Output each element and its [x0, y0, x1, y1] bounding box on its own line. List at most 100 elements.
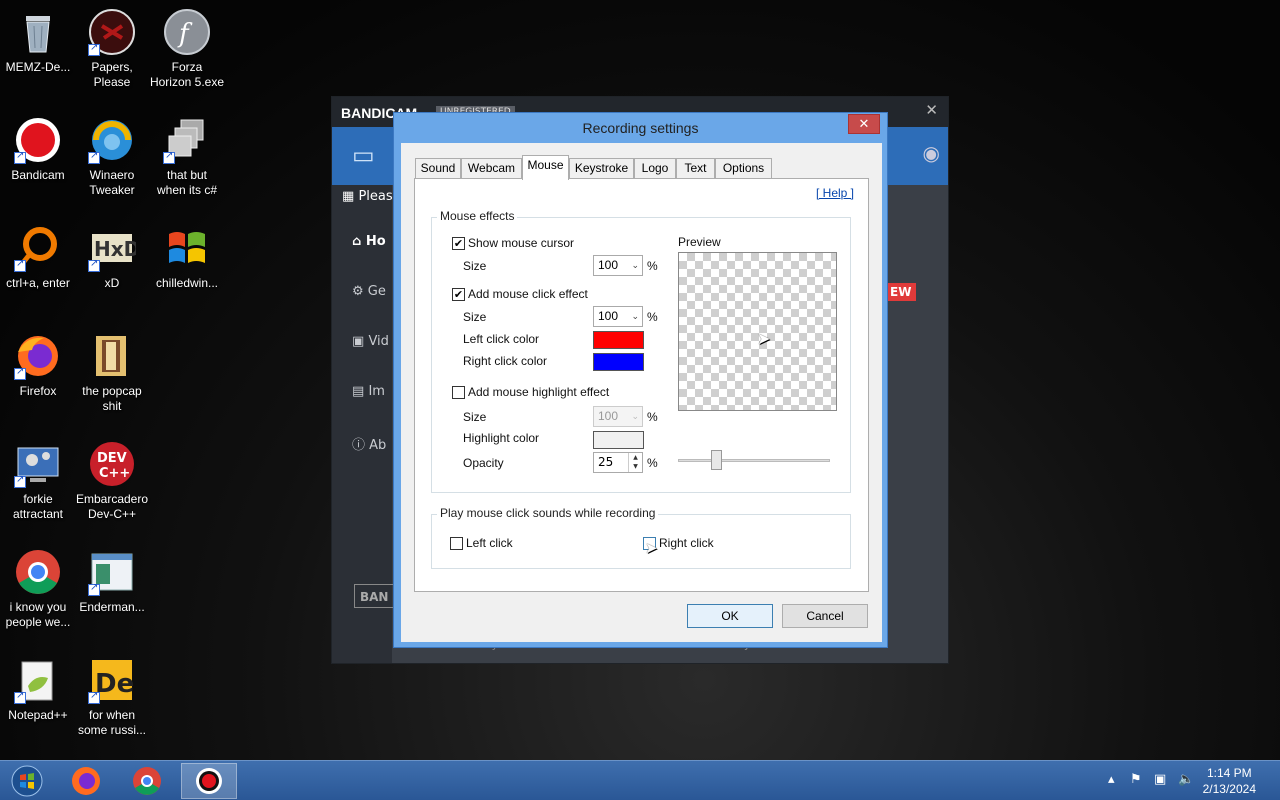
recording-settings-dialog[interactable]: Recording settings ✕ Sound Webcam Mouse …: [393, 112, 888, 648]
taskbar-bandicam[interactable]: [181, 763, 237, 799]
clock[interactable]: 1:14 PM 2/13/2024: [1203, 765, 1256, 797]
start-button[interactable]: [0, 763, 54, 799]
windows-logo-icon: [163, 224, 211, 272]
desktop-icon-firefox[interactable]: Firefox: [0, 332, 76, 399]
desktop-icon-chilledwin[interactable]: chilledwin...: [149, 224, 225, 291]
highlight-size-select[interactable]: 100 ⌄: [593, 406, 643, 427]
bandicam-close-icon[interactable]: ✕: [925, 101, 938, 119]
cancel-button[interactable]: Cancel: [782, 604, 868, 628]
video-icon: ▣: [352, 334, 365, 349]
hxd-icon: HxD: [88, 224, 140, 272]
taskbar-chrome[interactable]: [119, 763, 175, 799]
tab-keystroke[interactable]: Keystroke: [569, 158, 634, 179]
clock-time: 1:14 PM: [1206, 766, 1252, 780]
highlight-checkbox[interactable]: [452, 386, 465, 399]
sidebar-item-video[interactable]: ▣ Vid: [352, 334, 389, 349]
shortcut-arrow-icon: [88, 150, 100, 164]
bandicam-bottom-button[interactable]: BAN: [354, 584, 398, 608]
left-click-sound-checkbox[interactable]: [450, 537, 463, 550]
desktop-icon-xd[interactable]: HxD xD: [74, 224, 150, 291]
svg-text:DEV: DEV: [97, 451, 127, 466]
chevron-down-icon: ⌄: [631, 311, 639, 321]
tab-mouse[interactable]: Mouse: [522, 155, 569, 180]
opacity-slider-thumb[interactable]: [711, 450, 722, 470]
desktop-icon-devcpp[interactable]: DEV C++ Embarcadero Dev-C++: [74, 440, 150, 522]
de-icon: De: [88, 656, 136, 704]
desktop-icon-notepadpp[interactable]: Notepad++: [0, 656, 76, 723]
highlight-color-swatch[interactable]: [593, 431, 644, 449]
desktop-icon-ctrl-a[interactable]: ctrl+a, enter: [0, 224, 76, 291]
show-hidden-icons[interactable]: ▴: [1108, 772, 1115, 787]
action-center-flag-icon[interactable]: ⚑: [1130, 772, 1142, 787]
tab-webcam[interactable]: Webcam: [461, 158, 522, 179]
desktop-icon-label: forkie attractant: [12, 492, 64, 521]
desktop-icon-label: Forza Horizon 5.exe: [149, 60, 225, 89]
chevron-down-icon: ⌄: [631, 260, 639, 270]
screen-record-icon[interactable]: ▭: [352, 141, 375, 169]
desktop-icon-winaero[interactable]: Winaero Tweaker: [74, 116, 150, 198]
please-label: Pleas: [358, 189, 393, 204]
cursor-size-select[interactable]: 100 ⌄: [593, 255, 643, 276]
dialog-close-button[interactable]: ✕: [848, 114, 880, 134]
right-click-color-swatch[interactable]: [593, 353, 644, 371]
opacity-spinner[interactable]: 25 ▲ ▼: [593, 452, 643, 473]
desktop-icon-de[interactable]: De for when some russi...: [74, 656, 150, 738]
click-size-value: 100: [598, 309, 619, 323]
image-icon: ▤: [352, 384, 365, 399]
help-link[interactable]: [ Help ]: [816, 186, 854, 200]
desktop-icon-label: xD: [104, 276, 120, 290]
percent-label: %: [647, 456, 658, 470]
opacity-slider-track[interactable]: [678, 459, 830, 462]
click-effect-checkbox[interactable]: ✔: [452, 288, 465, 301]
opacity-value: 25: [598, 455, 614, 469]
svg-text:HxD: HxD: [94, 237, 136, 261]
tab-text[interactable]: Text: [676, 158, 715, 179]
winaero-icon: [88, 116, 136, 164]
desktop-icon-label: Enderman...: [79, 600, 145, 614]
chrome-icon: [14, 548, 62, 596]
sidebar-item-general[interactable]: ⚙ Ge: [352, 284, 386, 299]
tab-options[interactable]: Options: [715, 158, 772, 179]
volume-icon[interactable]: 🔈: [1178, 772, 1194, 787]
click-size-select[interactable]: 100 ⌄: [593, 306, 643, 327]
devcpp-icon: DEV C++: [88, 440, 136, 488]
network-icon[interactable]: ▣: [1154, 772, 1166, 787]
desktop-icon-memz[interactable]: MEMZ-De...: [0, 8, 76, 75]
chevron-down-icon: ⌄: [631, 411, 639, 421]
right-click-sound-label: Right click: [659, 536, 714, 550]
desktop-icon-popcap[interactable]: the popcap shit: [74, 332, 150, 414]
desktop-icon-bandicam[interactable]: Bandicam: [0, 116, 76, 183]
highlight-size-value: 100: [598, 409, 619, 423]
shortcut-arrow-icon: [88, 42, 100, 56]
tab-sound[interactable]: Sound: [415, 158, 461, 179]
desktop-icon-forkie[interactable]: forkie attractant: [0, 440, 76, 522]
recycle-bin-icon: [14, 8, 62, 56]
click-size-label: Size: [463, 310, 487, 324]
spin-arrows-icon[interactable]: ▲ ▼: [628, 453, 642, 472]
percent-label: %: [647, 259, 658, 273]
tab-logo[interactable]: Logo: [634, 158, 676, 179]
sidebar-item-image[interactable]: ▤ Im: [352, 384, 385, 399]
notepadpp-icon: [14, 656, 62, 704]
taskbar-firefox[interactable]: [58, 763, 114, 799]
desktop-icon-chrome[interactable]: i know you people we...: [0, 548, 76, 630]
desktop-icon-forza[interactable]: f Forza Horizon 5.exe: [149, 8, 225, 90]
left-click-color-swatch[interactable]: [593, 331, 644, 349]
image-label: Im: [368, 384, 385, 399]
desktop-icon-enderman[interactable]: Enderman...: [74, 548, 150, 615]
desktop-icon-papers-please[interactable]: Papers, Please: [74, 8, 150, 90]
sidebar-item-home[interactable]: ⌂ Ho: [352, 234, 386, 249]
desktop-icon-label: ctrl+a, enter: [6, 276, 70, 290]
click-effect-label: Add mouse click effect: [468, 287, 588, 301]
show-cursor-checkbox[interactable]: ✔: [452, 237, 465, 250]
papers-please-icon: [88, 8, 136, 56]
sidebar-item-please: ▦ Pleas: [342, 189, 393, 204]
ok-button[interactable]: OK: [687, 604, 773, 628]
video-label: Vid: [368, 334, 389, 349]
cursor-size-value: 100: [598, 258, 619, 272]
dialog-title: Recording settings: [582, 120, 699, 136]
desktop-icon-that-but[interactable]: that but when its c#: [149, 116, 225, 198]
camera-icon[interactable]: ◉: [923, 141, 940, 165]
sidebar-item-about[interactable]: ⓘ Ab: [352, 434, 386, 453]
desktop-icon-label: chilledwin...: [155, 276, 219, 290]
